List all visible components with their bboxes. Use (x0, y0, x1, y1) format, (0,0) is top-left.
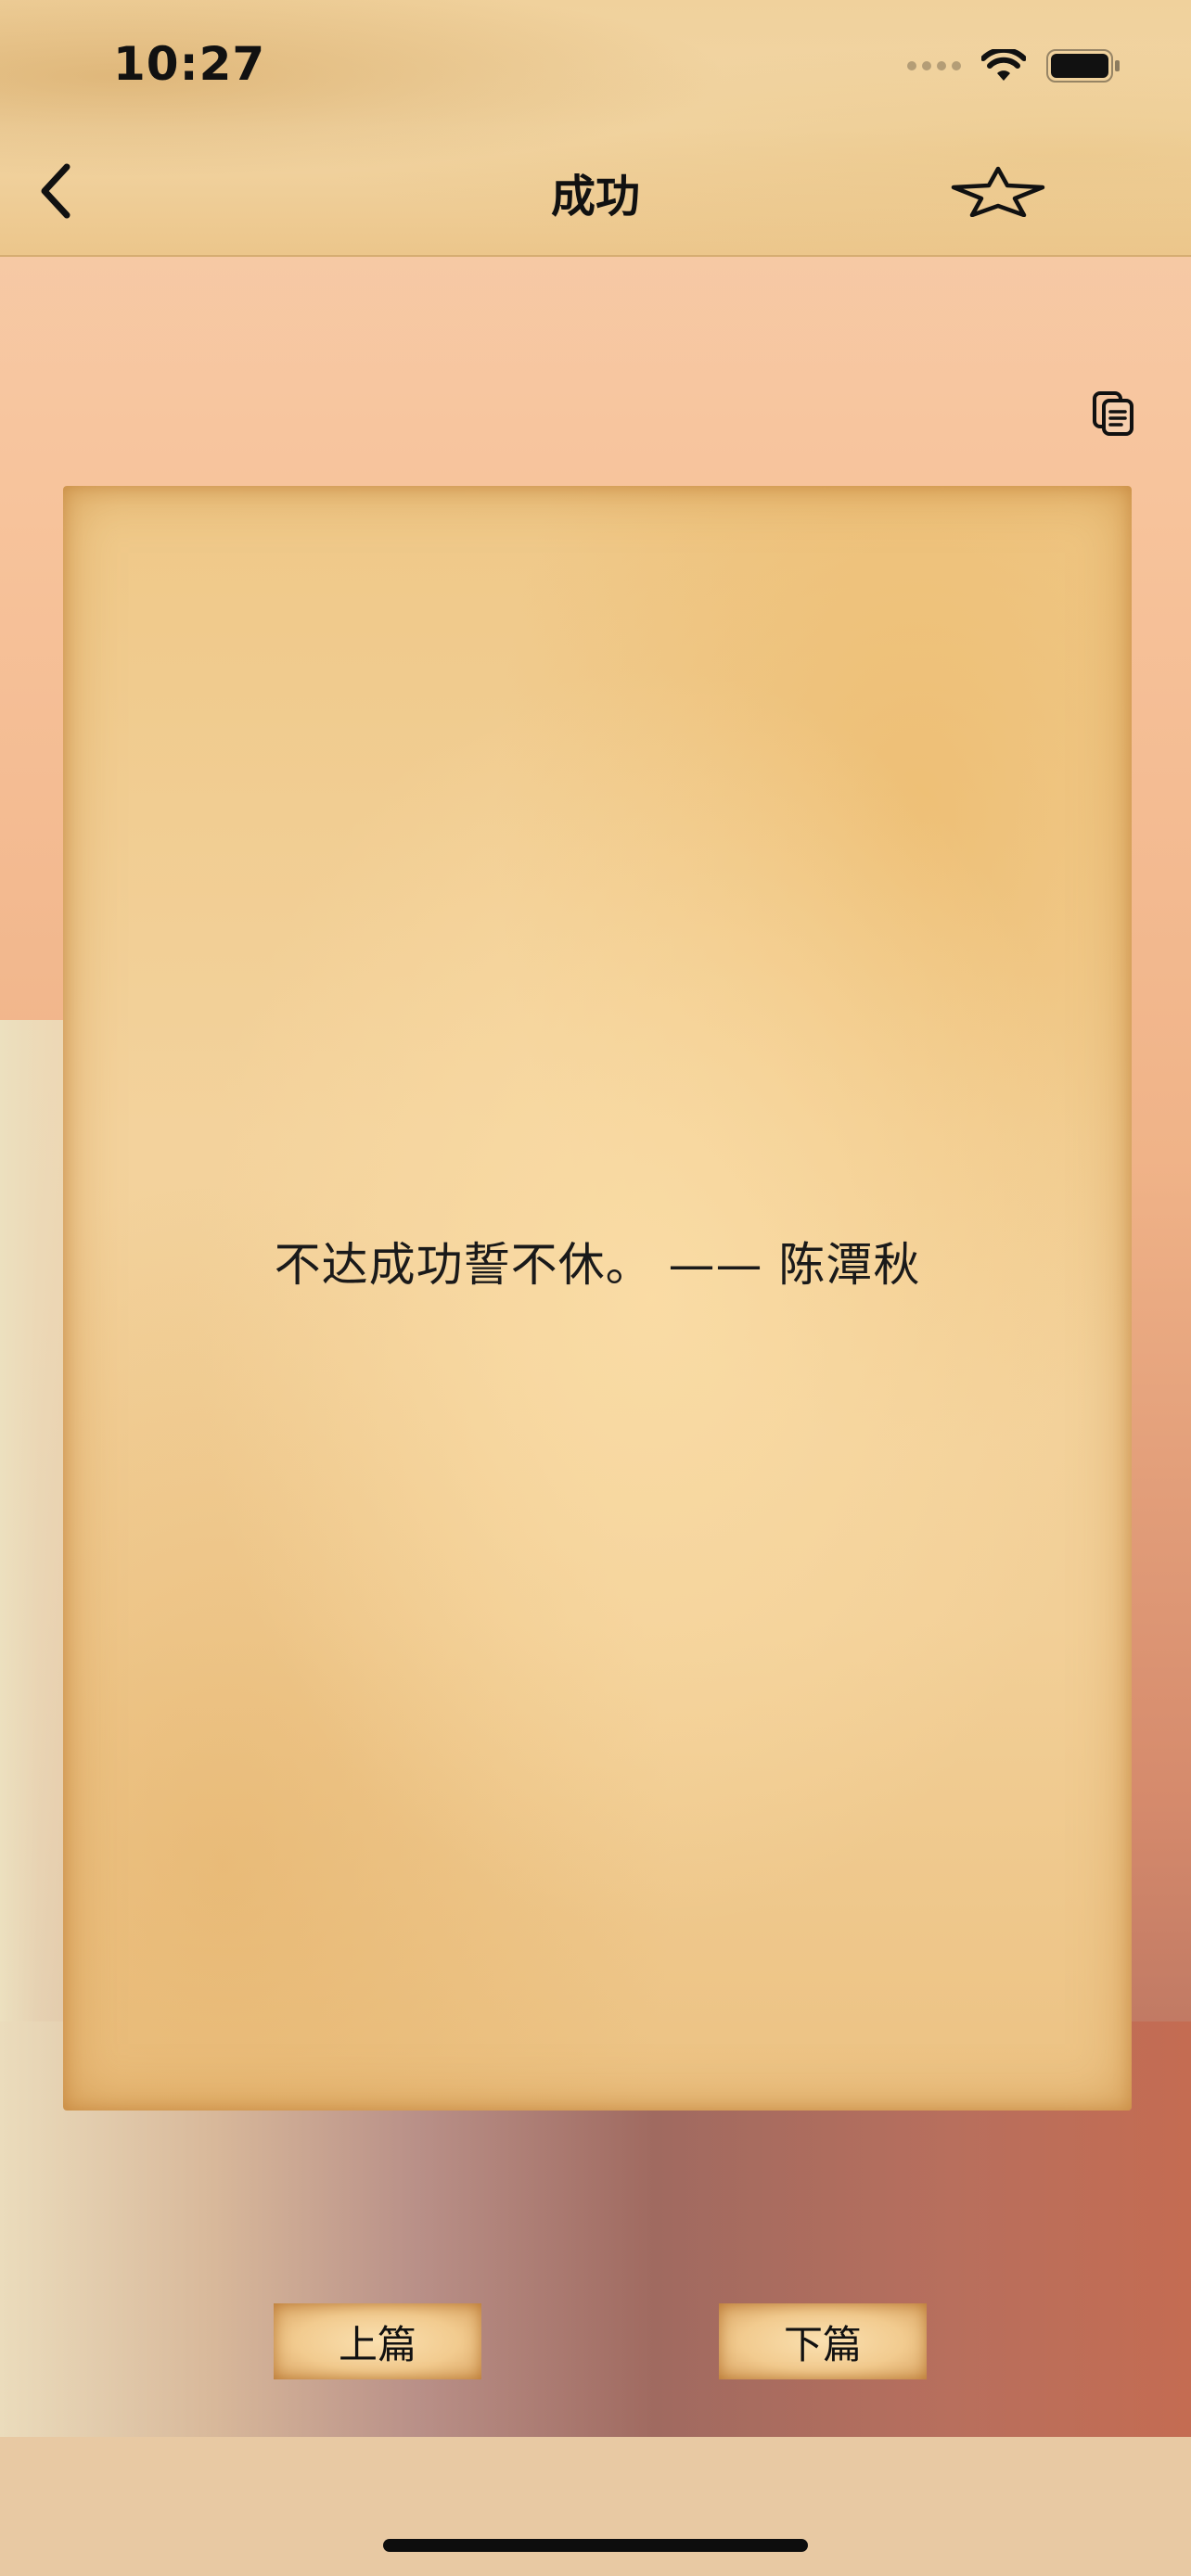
status-indicators (907, 48, 1121, 83)
next-button[interactable]: 下篇 (719, 2303, 927, 2379)
star-outline-icon (951, 166, 1045, 217)
wifi-icon (981, 49, 1026, 81)
home-indicator-area (0, 2437, 1191, 2576)
quote-text: 不达成功誓不休。 —— 陈潭秋 (274, 1238, 921, 1292)
battery-icon (1046, 49, 1120, 83)
status-time: 10:27 (113, 37, 266, 91)
previous-button[interactable]: 上篇 (274, 2303, 481, 2379)
navigation-header: 10:27 成功 (0, 0, 1191, 257)
home-indicator[interactable] (383, 2539, 808, 2552)
quote-paper: 不达成功誓不休。 —— 陈潭秋 (63, 486, 1132, 2111)
copy-button[interactable] (1087, 388, 1139, 440)
cellular-signal-icon (907, 61, 961, 70)
copy-document-icon (1093, 391, 1133, 436)
app-screen: 10:27 成功 不达成功誓不休。 —— 陈潭秋 上篇 下篇 (0, 0, 1191, 2576)
favorite-button[interactable] (950, 158, 1046, 224)
